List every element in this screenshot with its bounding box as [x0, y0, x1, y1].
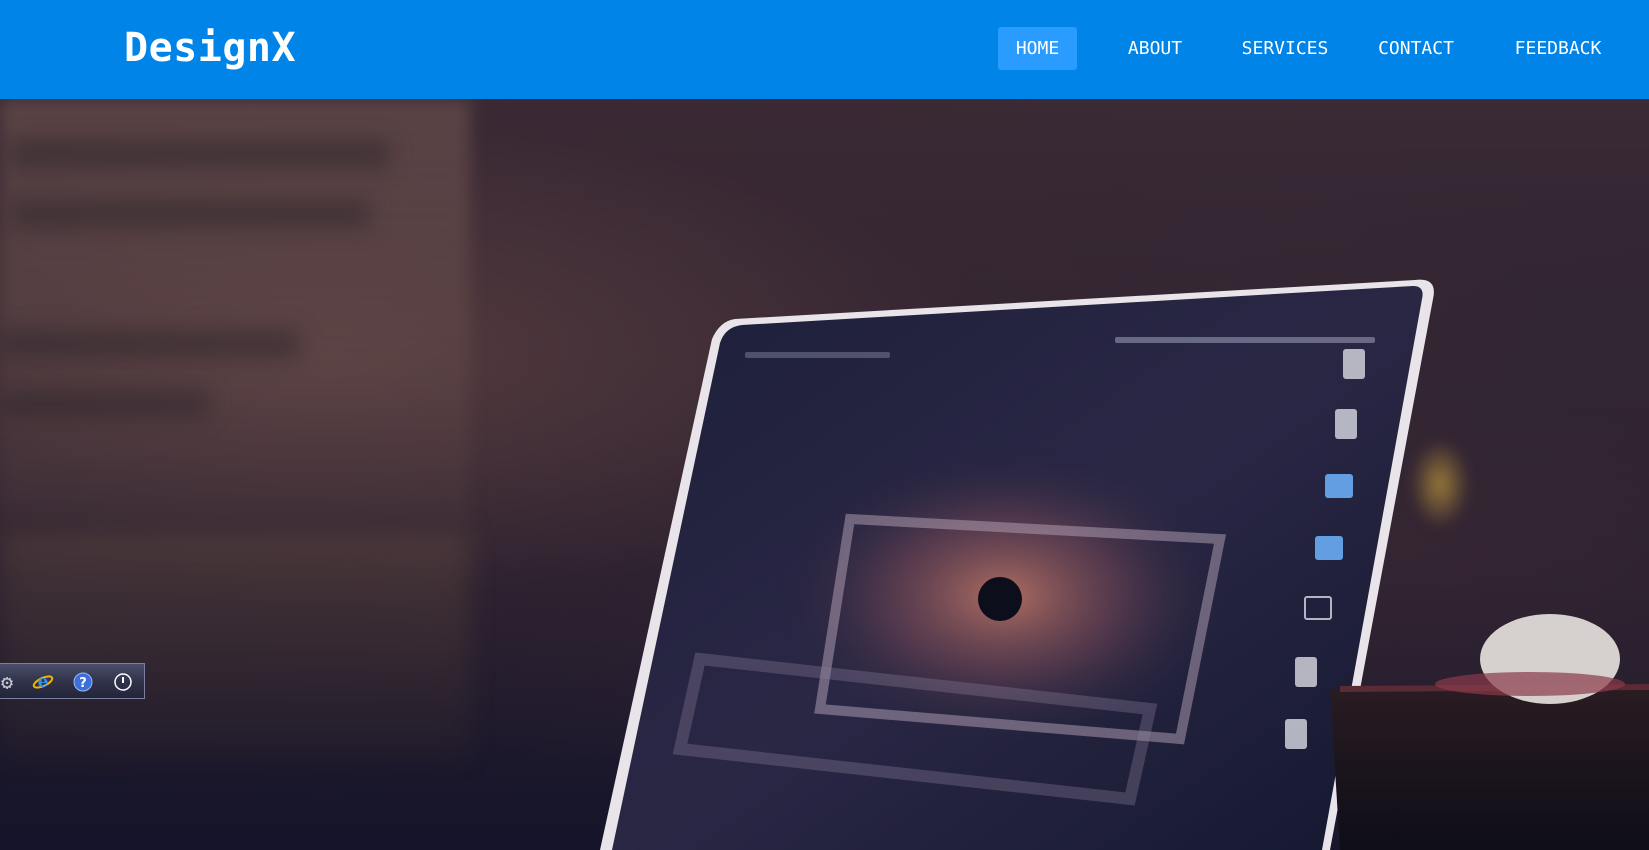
reflected-figure-head: [978, 577, 1022, 621]
screen-desktop-icon: [1285, 719, 1307, 749]
internet-explorer-icon[interactable]: e: [32, 671, 54, 693]
svg-text:e: e: [38, 672, 49, 692]
nav-feedback[interactable]: FEEDBACK: [1498, 27, 1618, 70]
screen-menubar-right: [1115, 337, 1375, 343]
gear-icon[interactable]: ⚙: [0, 670, 18, 694]
nav-about[interactable]: ABOUT: [1105, 27, 1205, 70]
help-icon[interactable]: ?: [72, 671, 94, 693]
nav-services[interactable]: SERVICES: [1222, 27, 1348, 70]
laptop-illustration: [600, 279, 1649, 850]
hero-background-image: [0, 99, 1649, 850]
system-tray: ⚙ e ?: [0, 663, 145, 699]
nav-home[interactable]: HOME: [998, 27, 1077, 70]
plant-base: [1435, 672, 1625, 696]
screen-desktop-icon: [1335, 409, 1357, 439]
navbar: DesignX HOME ABOUT SERVICES CONTACT FEED…: [0, 0, 1649, 99]
nav-contact[interactable]: CONTACT: [1366, 27, 1466, 70]
screen-desktop-icon: [1315, 536, 1343, 560]
screen-desktop-icon: [1295, 657, 1317, 687]
screen-desktop-icon: [1325, 474, 1353, 498]
screen-menubar-left: [745, 352, 890, 358]
power-icon[interactable]: [112, 671, 134, 693]
svg-text:?: ?: [79, 676, 87, 691]
page: DesignX HOME ABOUT SERVICES CONTACT FEED…: [0, 0, 1649, 850]
plant-pot: [1330, 684, 1649, 850]
screen-desktop-icon: [1343, 349, 1365, 379]
brand-logo[interactable]: DesignX: [124, 22, 296, 74]
